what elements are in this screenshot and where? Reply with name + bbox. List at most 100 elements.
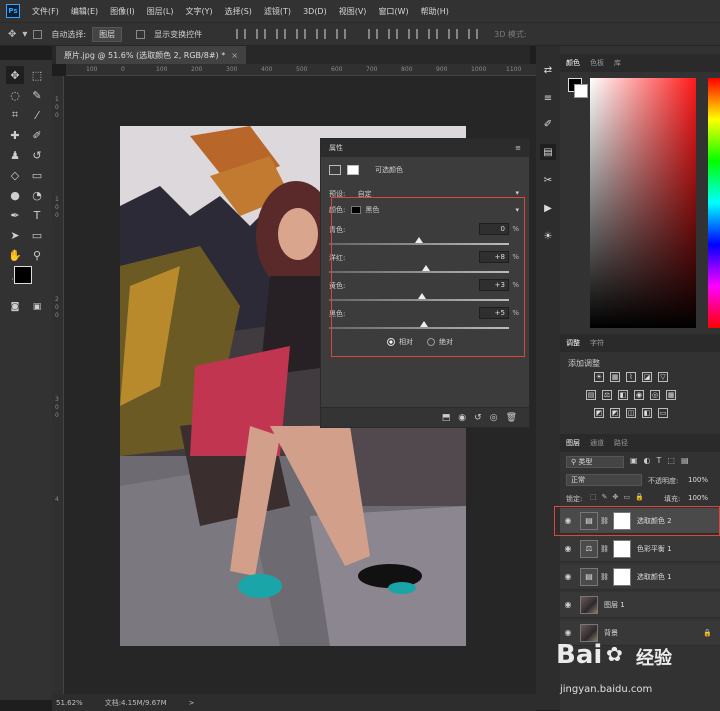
pen-tool-icon[interactable]: ✒ bbox=[6, 206, 24, 224]
distribute-right-icon[interactable] bbox=[468, 29, 479, 39]
close-icon[interactable]: × bbox=[231, 51, 238, 60]
actions-play-icon[interactable]: ▶ bbox=[540, 200, 556, 216]
tab-paths[interactable]: 路径 bbox=[614, 438, 628, 448]
distribute-vcenter-icon[interactable] bbox=[388, 29, 399, 39]
lasso-tool-icon[interactable]: ◌ bbox=[6, 86, 24, 104]
foreground-color-swatch[interactable] bbox=[14, 266, 32, 284]
threshold-icon[interactable]: ◫ bbox=[626, 408, 636, 418]
brush-tool-icon[interactable]: ✐ bbox=[28, 126, 46, 144]
menu-edit[interactable]: 编辑(E) bbox=[65, 6, 104, 17]
layer-row[interactable]: ◉ ⚖ ⛓ 色彩平衡 1 bbox=[560, 536, 720, 562]
brightness-icon[interactable]: ☀ bbox=[594, 372, 604, 382]
curves-icon[interactable]: ⌇ bbox=[626, 372, 636, 382]
photo-filter-icon[interactable]: ◉ bbox=[634, 390, 644, 400]
zoom-level[interactable]: 51.62% bbox=[56, 699, 83, 707]
history-brush-tool-icon[interactable]: ↺ bbox=[28, 146, 46, 164]
menu-type[interactable]: 文字(Y) bbox=[179, 6, 218, 17]
reset-icon[interactable]: ↺ bbox=[474, 413, 482, 423]
auto-select-dropdown[interactable]: 图层 bbox=[92, 26, 123, 42]
channel-mixer-icon[interactable]: ◎ bbox=[650, 390, 660, 400]
status-menu-arrow[interactable]: > bbox=[189, 699, 195, 707]
zoom-tool-icon[interactable]: ⚲ bbox=[28, 246, 46, 264]
distribute-bottom-icon[interactable] bbox=[408, 29, 419, 39]
tab-color[interactable]: 颜色 bbox=[566, 58, 580, 68]
quick-select-tool-icon[interactable]: ✎ bbox=[28, 86, 46, 104]
menu-layer[interactable]: 图层(L) bbox=[141, 6, 180, 17]
shape-tool-icon[interactable]: ▭ bbox=[28, 226, 46, 244]
color-balance-icon[interactable]: ⚖ bbox=[602, 390, 612, 400]
tab-character[interactable]: 字符 bbox=[590, 338, 604, 348]
lock-icons[interactable]: ⬚✎✥▭🔒 bbox=[590, 493, 649, 501]
healing-tool-icon[interactable]: ✚ bbox=[6, 126, 24, 144]
hand-tool-icon[interactable]: ✋ bbox=[6, 246, 24, 264]
move-tool-icon[interactable]: ✥ bbox=[6, 66, 24, 84]
visibility-eye-icon[interactable]: ◉ bbox=[560, 544, 576, 553]
properties-title-bar[interactable]: 属性 ≡ bbox=[321, 139, 529, 157]
dodge-tool-icon[interactable]: ◔ bbox=[28, 186, 46, 204]
fill-value[interactable]: 100% bbox=[688, 494, 708, 502]
hue-sat-icon[interactable]: ▤ bbox=[586, 390, 596, 400]
auto-select-checkbox[interactable] bbox=[33, 29, 45, 39]
tab-swatches[interactable]: 色板 bbox=[590, 58, 604, 68]
visibility-eye-icon[interactable]: ◉ bbox=[560, 572, 576, 581]
blur-tool-icon[interactable]: ● bbox=[6, 186, 24, 204]
tools-preset-icon[interactable]: ✂ bbox=[540, 172, 556, 188]
black-white-icon[interactable]: ◧ bbox=[618, 390, 628, 400]
eraser-tool-icon[interactable]: ◇ bbox=[6, 166, 24, 184]
distribute-top-icon[interactable] bbox=[368, 29, 379, 39]
hue-slider[interactable] bbox=[708, 78, 720, 328]
info-lightbulb-icon[interactable]: ☀ bbox=[540, 228, 556, 244]
vibrance-icon[interactable]: ▽ bbox=[658, 372, 668, 382]
layer-filter-icons[interactable]: ▣◐T⬚▤ bbox=[630, 456, 695, 465]
layer-row[interactable]: ◉ 图层 1 bbox=[560, 592, 720, 618]
menu-select[interactable]: 选择(S) bbox=[219, 6, 258, 17]
levels-icon[interactable]: ▦ bbox=[610, 372, 620, 382]
show-transform-checkbox[interactable] bbox=[136, 29, 148, 39]
chevron-down-icon[interactable]: ▾ bbox=[22, 29, 27, 40]
align-bottom-icon[interactable] bbox=[276, 29, 287, 39]
blend-mode-dropdown[interactable]: 正常 bbox=[566, 474, 642, 486]
crop-tool-icon[interactable]: ⌗ bbox=[6, 106, 24, 124]
exposure-icon[interactable]: ◪ bbox=[642, 372, 652, 382]
tab-layers[interactable]: 图层 bbox=[566, 438, 580, 448]
align-top-icon[interactable] bbox=[236, 29, 247, 39]
gradient-map-icon[interactable]: ▭ bbox=[658, 408, 668, 418]
opacity-value[interactable]: 100% bbox=[688, 476, 708, 484]
posterize-icon[interactable]: ◩ bbox=[610, 408, 620, 418]
stamp-tool-icon[interactable]: ♟ bbox=[6, 146, 24, 164]
align-vcenter-icon[interactable] bbox=[256, 29, 267, 39]
move-tool-icon[interactable]: ✥ bbox=[8, 29, 16, 40]
color-picker-field[interactable] bbox=[590, 78, 696, 328]
menu-3d[interactable]: 3D(D) bbox=[297, 7, 333, 16]
quick-mask-icon[interactable]: ◙ bbox=[6, 298, 24, 316]
layer-row[interactable]: ◉ ▤ ⛓ 选取颜色 1 bbox=[560, 564, 720, 590]
type-tool-icon[interactable]: T bbox=[28, 206, 46, 224]
align-left-icon[interactable] bbox=[296, 29, 307, 39]
visibility-eye-icon[interactable]: ◉ bbox=[560, 600, 576, 609]
clip-to-layer-icon[interactable]: ⬒ bbox=[442, 413, 451, 423]
menu-help[interactable]: 帮助(H) bbox=[415, 6, 455, 17]
background-swatch[interactable] bbox=[574, 84, 588, 98]
invert-icon[interactable]: ◩ bbox=[594, 408, 604, 418]
menu-window[interactable]: 窗口(W) bbox=[372, 6, 414, 17]
distribute-hcenter-icon[interactable] bbox=[448, 29, 459, 39]
tab-adjustments[interactable]: 调整 bbox=[566, 338, 580, 348]
eyedropper-tool-icon[interactable]: ⁄ bbox=[28, 106, 46, 124]
brush-panel-icon[interactable]: ✐ bbox=[540, 116, 556, 132]
panel-menu-icon[interactable]: ≡ bbox=[515, 144, 521, 152]
menu-view[interactable]: 视图(V) bbox=[333, 6, 373, 17]
color-lookup-icon[interactable]: ▦ bbox=[666, 390, 676, 400]
trash-icon[interactable]: 🗑 bbox=[506, 413, 517, 423]
layer-mask-thumb[interactable] bbox=[612, 539, 631, 558]
properties-panel-icon[interactable]: ▤ bbox=[540, 144, 556, 160]
layer-mask-thumb[interactable] bbox=[612, 567, 631, 586]
gradient-tool-icon[interactable]: ▭ bbox=[28, 166, 46, 184]
menu-file[interactable]: 文件(F) bbox=[26, 6, 65, 17]
menu-image[interactable]: 图像(I) bbox=[104, 6, 141, 17]
document-tab[interactable]: 原片.jpg @ 51.6% (选取颜色 2, RGB/8#) * × bbox=[56, 46, 246, 64]
adjustments-panel-icon[interactable]: ≡ bbox=[540, 90, 556, 106]
view-previous-icon[interactable]: ◉ bbox=[458, 413, 466, 423]
layer-filter-dropdown[interactable]: ⚲ 类型 bbox=[566, 456, 624, 468]
selective-color-icon[interactable]: ◧ bbox=[642, 408, 652, 418]
align-hcenter-icon[interactable] bbox=[316, 29, 327, 39]
